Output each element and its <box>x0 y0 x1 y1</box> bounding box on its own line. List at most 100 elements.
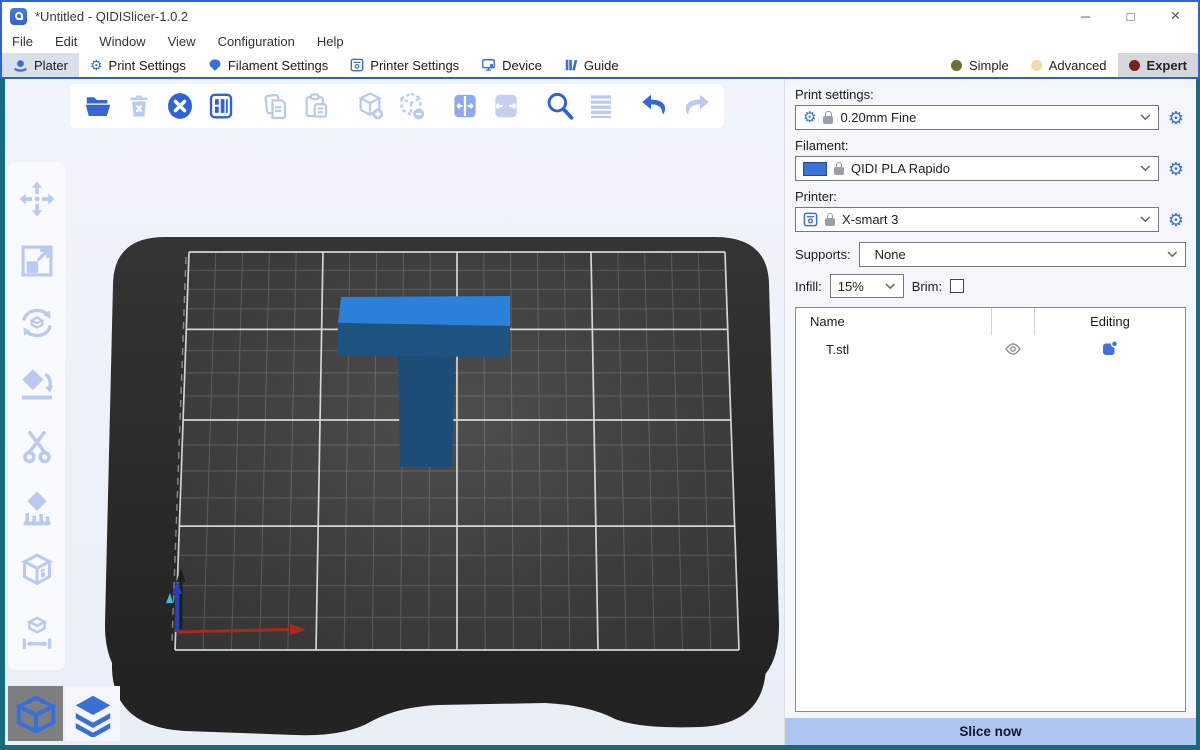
filament-color-swatch <box>803 162 827 176</box>
redo-arrow-icon <box>680 90 712 122</box>
undo-button[interactable] <box>637 88 673 124</box>
window-title: *Untitled - QIDISlicer-1.0.2 <box>35 9 188 24</box>
menu-edit[interactable]: Edit <box>55 34 77 49</box>
place-on-face-button[interactable] <box>11 354 63 416</box>
seam-button[interactable] <box>11 540 63 602</box>
tab-guide[interactable]: Guide <box>553 53 630 77</box>
edit-object-icon <box>1101 339 1119 357</box>
redo-button[interactable] <box>678 88 714 124</box>
add-instance-button[interactable] <box>352 88 388 124</box>
variable-layer-height-button[interactable] <box>583 88 619 124</box>
open-button[interactable] <box>80 88 116 124</box>
printer-gear-button[interactable]: ⚙ <box>1166 211 1186 229</box>
object-row-t-stl[interactable]: T.stl <box>796 335 1185 363</box>
print-settings-gear-button[interactable]: ⚙ <box>1166 109 1186 127</box>
trash-delete-icon <box>125 92 153 120</box>
maximize-button[interactable]: □ <box>1108 2 1153 30</box>
tab-plater[interactable]: Plater <box>2 53 79 77</box>
3d-editor-view-button[interactable] <box>8 686 63 741</box>
split-to-parts-button[interactable] <box>488 88 524 124</box>
arrange-icon <box>206 91 236 121</box>
search-button[interactable] <box>542 88 578 124</box>
plater-icon <box>13 58 28 73</box>
main-content: Print settings: ⚙ 0.20mm Fine ⚙ Filament… <box>0 79 1200 750</box>
layer-lines-icon <box>586 91 616 121</box>
delete-button[interactable] <box>121 88 157 124</box>
menu-view[interactable]: View <box>168 34 196 49</box>
viewport-3d[interactable] <box>5 79 784 745</box>
rotate-button[interactable] <box>11 292 63 354</box>
tab-printer-settings[interactable]: Printer Settings <box>339 53 470 77</box>
brim-checkbox[interactable] <box>950 279 964 293</box>
print-settings-combo[interactable]: ⚙ 0.20mm Fine <box>795 105 1159 130</box>
scale-icon <box>18 242 56 280</box>
object-list: Name Editing T.stl <box>795 307 1186 712</box>
app-logo-icon <box>10 8 27 25</box>
window-controls: ─ □ × <box>1063 2 1198 30</box>
app-window: *Untitled - QIDISlicer-1.0.2 ─ □ × File … <box>0 0 1200 750</box>
preview-layers-view-button[interactable] <box>65 686 120 741</box>
gear-icon: ⚙ <box>803 110 816 125</box>
printer-label: Printer: <box>795 189 1186 204</box>
split-to-objects-button[interactable] <box>447 88 483 124</box>
chevron-down-icon <box>885 283 896 290</box>
settings-panel: Print settings: ⚙ 0.20mm Fine ⚙ Filament… <box>784 79 1196 745</box>
move-button[interactable] <box>11 168 63 230</box>
infill-value: 15% <box>838 279 878 294</box>
infill-combo[interactable]: 15% <box>830 274 904 298</box>
cut-button[interactable] <box>11 416 63 478</box>
slice-now-button[interactable]: Slice now <box>785 718 1196 745</box>
remove-instance-icon <box>395 90 427 122</box>
delete-all-button[interactable] <box>162 88 198 124</box>
preview-layers-icon <box>70 691 116 737</box>
filament-combo[interactable]: QIDI PLA Rapido <box>795 156 1159 181</box>
top-toolbar <box>70 84 724 128</box>
seam-icon <box>17 551 57 591</box>
filament-gear-button[interactable]: ⚙ <box>1166 160 1186 178</box>
tab-bar: Plater ⚙ Print Settings Filament Setting… <box>0 53 1200 79</box>
cut-scissors-icon <box>18 428 56 466</box>
supports-combo[interactable]: None <box>859 242 1186 267</box>
arrange-button[interactable] <box>203 88 239 124</box>
tab-filament-settings[interactable]: Filament Settings <box>197 53 339 77</box>
chevron-down-icon <box>1140 165 1151 172</box>
scale-button[interactable] <box>11 230 63 292</box>
column-visibility <box>991 308 1035 335</box>
object-name: T.stl <box>796 342 991 357</box>
tab-print-settings[interactable]: ⚙ Print Settings <box>79 53 197 77</box>
guide-books-icon <box>564 58 578 72</box>
model-crossbar-front-face <box>337 323 510 357</box>
supports-value: None <box>867 247 1160 262</box>
tab-device[interactable]: Device <box>470 53 553 77</box>
menu-file[interactable]: File <box>12 34 33 49</box>
minimize-button[interactable]: ─ <box>1063 2 1108 30</box>
copy-button[interactable] <box>257 88 293 124</box>
advanced-dot-icon <box>1031 60 1042 71</box>
mode-advanced[interactable]: Advanced <box>1020 53 1118 77</box>
menu-configuration[interactable]: Configuration <box>218 34 295 49</box>
paint-support-button[interactable] <box>11 478 63 540</box>
split-to-objects-icon <box>450 91 480 121</box>
expert-dot-icon <box>1129 60 1140 71</box>
menu-help[interactable]: Help <box>317 34 344 49</box>
paste-button[interactable] <box>298 88 334 124</box>
model-top-face <box>338 296 510 326</box>
column-name: Name <box>796 314 991 329</box>
edit-object-button[interactable] <box>1035 339 1185 360</box>
visibility-toggle[interactable] <box>991 335 1035 363</box>
supports-label: Supports: <box>795 247 851 262</box>
menu-window[interactable]: Window <box>99 34 145 49</box>
mode-simple[interactable]: Simple <box>940 53 1020 77</box>
mode-switcher: Simple Advanced Expert <box>940 53 1198 77</box>
printer-value: X-smart 3 <box>842 212 1133 227</box>
printer-icon <box>803 212 818 227</box>
printer-combo[interactable]: X-smart 3 <box>795 207 1159 232</box>
split-to-parts-icon <box>491 91 521 121</box>
gear-icon: ⚙ <box>90 58 103 72</box>
mode-expert[interactable]: Expert <box>1118 53 1198 77</box>
paint-support-icon <box>17 489 57 529</box>
measure-button[interactable] <box>11 602 63 664</box>
close-button[interactable]: × <box>1153 2 1198 30</box>
left-toolbar <box>8 162 65 670</box>
remove-instance-button[interactable] <box>393 88 429 124</box>
